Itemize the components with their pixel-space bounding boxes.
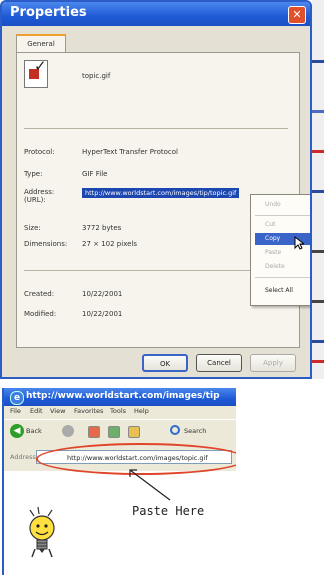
modified-value: 10/22/2001 <box>82 310 123 318</box>
protocol-value: HyperText Transfer Protocol <box>82 148 178 156</box>
dimensions-value: 27 × 102 pixels <box>82 240 138 248</box>
refresh-icon[interactable] <box>108 426 120 438</box>
back-arrow-icon[interactable]: ◀ <box>10 424 24 438</box>
menu-favorites[interactable]: Favorites <box>74 407 103 415</box>
menu-item-cut[interactable]: Cut <box>255 219 310 231</box>
address-bar: Address http://www.worldstart.com/images… <box>4 441 236 475</box>
protocol-label: Protocol: <box>24 148 55 156</box>
address-label: Address: (URL): <box>24 188 55 204</box>
size-value: 3772 bytes <box>82 224 122 232</box>
divider <box>24 270 288 271</box>
size-label: Size: <box>24 224 41 232</box>
search-button-label[interactable]: Search <box>184 427 206 435</box>
tab-general[interactable]: General <box>16 34 66 54</box>
cancel-button[interactable]: Cancel <box>196 354 242 372</box>
context-menu: Undo Cut Copy Paste Delete Select All <box>250 194 310 306</box>
close-icon[interactable]: ✕ <box>288 6 306 24</box>
dimensions-label: Dimensions: <box>24 240 68 248</box>
menu-bar: File Edit View Favorites Tools Help <box>4 406 236 419</box>
dialog-titlebar[interactable]: Properties ✕ <box>2 2 310 26</box>
apply-button[interactable]: Apply <box>250 354 296 372</box>
created-value: 10/22/2001 <box>82 290 123 298</box>
address-url-selected[interactable]: http://www.worldstart.com/images/tip/top… <box>82 188 240 198</box>
address-label: Address <box>10 453 36 461</box>
menu-tools[interactable]: Tools <box>110 407 126 415</box>
menu-edit[interactable]: Edit <box>30 407 43 415</box>
annotation-arrow <box>129 469 171 501</box>
mouse-cursor-icon <box>294 236 304 250</box>
menu-item-undo[interactable]: Undo <box>255 199 310 211</box>
type-label: Type: <box>24 170 43 178</box>
ok-button[interactable]: OK <box>142 354 188 372</box>
filename-label: topic.gif <box>82 72 111 80</box>
menu-help[interactable]: Help <box>134 407 149 415</box>
paste-here-caption: Paste Here <box>132 504 205 518</box>
stop-icon[interactable] <box>88 426 100 438</box>
menu-file[interactable]: File <box>10 407 21 415</box>
modified-label: Modified: <box>24 310 57 318</box>
search-icon[interactable] <box>170 425 180 435</box>
browser-window: e http://www.worldstart.com/images/tip F… <box>2 388 236 575</box>
browser-title: http://www.worldstart.com/images/tip <box>26 391 220 401</box>
menu-item-delete[interactable]: Delete <box>255 261 310 273</box>
home-icon[interactable] <box>128 426 140 438</box>
forward-arrow-icon[interactable] <box>62 425 74 437</box>
divider <box>24 128 288 129</box>
back-button-label[interactable]: Back <box>26 427 42 435</box>
gif-file-icon: ✓ <box>24 57 48 88</box>
ie-icon: e <box>10 391 24 405</box>
properties-dialog: Properties ✕ General ✓ topic.gif Protoco… <box>0 0 312 379</box>
browser-toolbar: ◀ Back Search <box>4 419 236 442</box>
browser-titlebar[interactable]: e http://www.worldstart.com/images/tip <box>4 388 236 406</box>
menu-item-select-all[interactable]: Select All <box>255 285 310 297</box>
menu-view[interactable]: View <box>50 407 65 415</box>
type-value: GIF File <box>82 170 108 178</box>
dialog-title: Properties <box>10 5 87 20</box>
created-label: Created: <box>24 290 55 298</box>
lightbulb-mascot-icon <box>29 506 55 558</box>
background-window-strip <box>312 0 324 379</box>
